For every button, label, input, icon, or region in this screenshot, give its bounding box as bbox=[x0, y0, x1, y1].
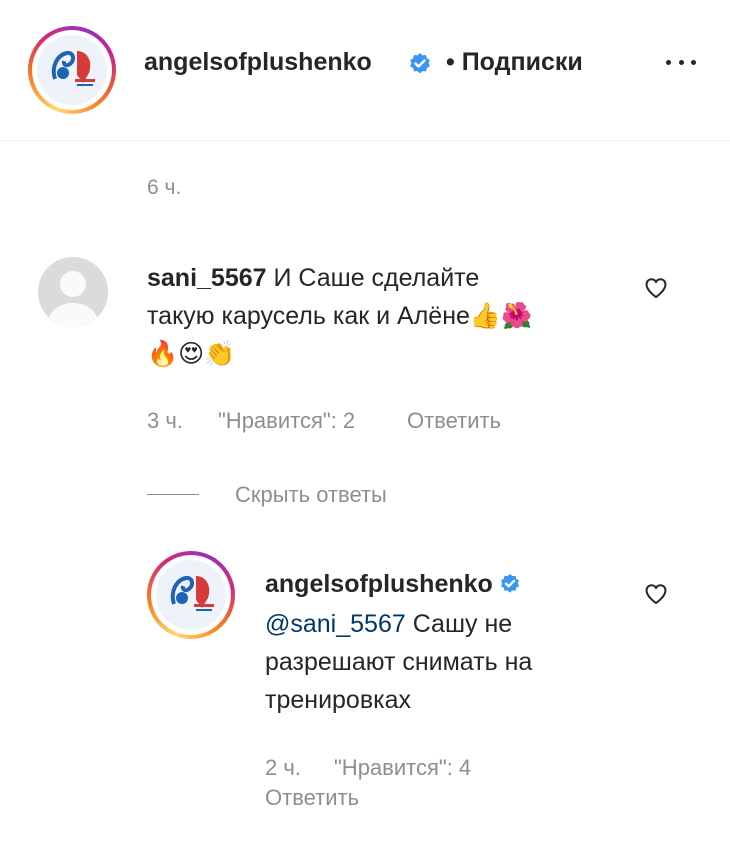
angels-logo-icon bbox=[37, 35, 107, 105]
reply-button[interactable]: Ответить bbox=[407, 408, 501, 434]
post-timestamp: 6 ч. bbox=[147, 176, 182, 199]
like-heart-icon[interactable] bbox=[643, 582, 669, 606]
follow-status-button[interactable]: • Подписки bbox=[446, 48, 583, 77]
commenter-username[interactable]: sani_5567 bbox=[147, 264, 267, 292]
reply-line: Сашу не bbox=[405, 610, 513, 638]
reply-line: разрешают снимать на bbox=[265, 648, 533, 676]
reply-body: angelsofplushenko @sani_5567 Сашу не раз… bbox=[265, 565, 605, 719]
comment-line: такую карусель как и Алёне bbox=[147, 302, 470, 330]
replies-divider bbox=[147, 494, 199, 495]
comment-line: И Саше сделайте bbox=[273, 264, 480, 292]
verified-badge-icon bbox=[410, 53, 430, 74]
reply-author-avatar[interactable] bbox=[147, 551, 235, 639]
author-username[interactable]: angelsofplushenko bbox=[144, 48, 372, 77]
reply-line: тренировках bbox=[265, 686, 412, 714]
comment-timestamp: 3 ч. bbox=[147, 408, 183, 433]
reply-likes-count[interactable]: "Нравится": 4 bbox=[334, 755, 471, 781]
comment-emoji: 👍🌺 bbox=[469, 301, 533, 330]
comment-likes-count[interactable]: "Нравится": 2 bbox=[218, 408, 355, 434]
hide-replies-button[interactable]: Скрыть ответы bbox=[235, 482, 387, 508]
reply-reply-button[interactable]: Ответить bbox=[265, 785, 359, 811]
angels-logo-icon bbox=[156, 560, 226, 630]
default-user-icon bbox=[38, 257, 108, 327]
reply-timestamp: 2 ч. bbox=[265, 755, 301, 780]
ellipsis-icon[interactable] bbox=[666, 50, 696, 74]
post-header: angelsofplushenko • Подписки bbox=[0, 0, 730, 141]
comment-body: sani_5567 И Саше сделайте такую карусель… bbox=[147, 259, 617, 373]
verified-badge-icon bbox=[500, 573, 519, 593]
comment-emoji: 🔥😍👏 bbox=[147, 339, 236, 368]
commenter-avatar[interactable] bbox=[38, 257, 108, 327]
author-avatar[interactable] bbox=[28, 26, 116, 114]
mention-link[interactable]: @sani_5567 bbox=[265, 610, 406, 638]
like-heart-icon[interactable] bbox=[643, 276, 669, 300]
reply-username[interactable]: angelsofplushenko bbox=[265, 570, 493, 598]
